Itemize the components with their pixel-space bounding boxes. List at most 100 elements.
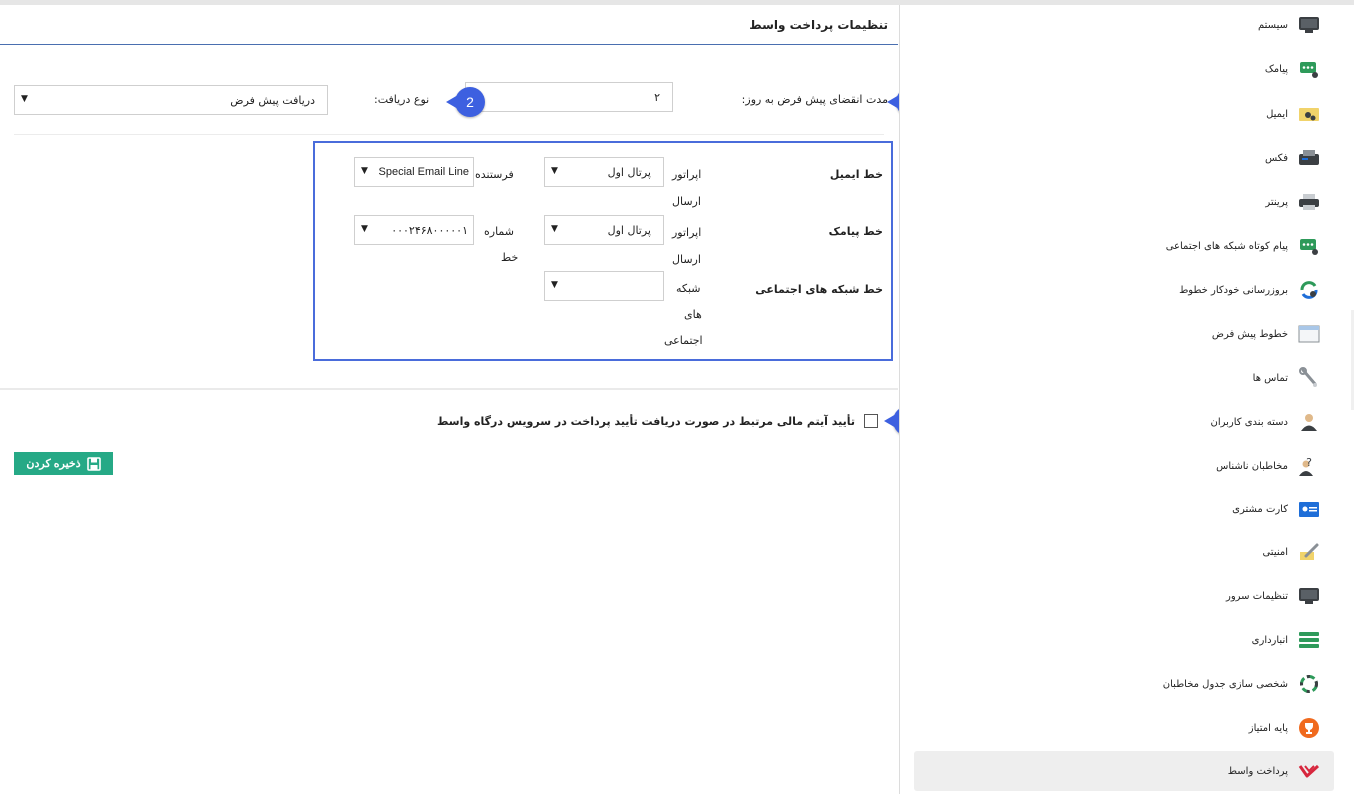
- receive-type-value: دریافت پیش فرض: [230, 94, 315, 107]
- sidebar-item-label: شخصی سازی جدول مخاطبان: [1162, 678, 1288, 690]
- annotation-badge-2: 2: [446, 87, 485, 117]
- sidebar-item-label: پایه امتیاز: [1248, 722, 1288, 734]
- monitor-icon: [1298, 14, 1320, 36]
- sidebar-item-label: تنظیمات سرور: [1226, 590, 1288, 602]
- sms-operator-value: پرتال اول: [607, 224, 651, 237]
- email-operator-label: اپراتور: [672, 168, 702, 181]
- sms-line-label: خط پیامک: [828, 225, 883, 238]
- receive-type-label: نوع دریافت:: [374, 93, 430, 106]
- sidebar-item-default-lines[interactable]: خطوط پیش فرض: [914, 314, 1334, 354]
- chevron-down-icon: ▼: [551, 280, 558, 290]
- payment-gateway-icon: [1298, 760, 1320, 782]
- sidebar-item-server-settings[interactable]: تنظیمات سرور: [914, 576, 1334, 616]
- sidebar-item-warehouse[interactable]: انبارداری: [914, 620, 1334, 660]
- social-network-label: شبکه: [676, 282, 701, 295]
- user-category-icon: [1298, 411, 1320, 433]
- warehouse-icon: [1298, 629, 1320, 651]
- email-operator-label-2: ارسال: [672, 195, 701, 208]
- social-line-label: خط شبکه های اجتماعی: [755, 283, 883, 296]
- sidebar-item-fax[interactable]: فکس: [914, 138, 1334, 178]
- default-lines-icon: [1298, 323, 1320, 345]
- section-divider: [0, 388, 898, 390]
- sidebar-item-label: امنیتی: [1262, 546, 1288, 558]
- settings-sidebar: سیستم پیامک ایمیل فکس پرینتر پیام کوتاه …: [899, 5, 1354, 794]
- sidebar-item-label: ایمیل: [1266, 108, 1288, 120]
- email-icon: [1298, 103, 1320, 125]
- sidebar-item-label: دسته بندی کاربران: [1210, 416, 1288, 428]
- sidebar-item-label: پیامک: [1264, 63, 1288, 75]
- sidebar-item-payment-gateway[interactable]: پرداخت واسط: [914, 751, 1334, 791]
- social-network-label-2: های: [684, 308, 702, 321]
- sidebar-item-system[interactable]: سیستم: [914, 5, 1334, 45]
- sms-number-label-2: خط: [501, 251, 519, 264]
- wrench-icon: [1298, 367, 1320, 389]
- email-line-label: خط ایمیل: [829, 168, 883, 181]
- sms-number-select[interactable]: ۰۰۰۲۴۶۸۰۰۰۰۰۱ ▼: [354, 215, 474, 245]
- trophy-icon: [1298, 717, 1320, 739]
- sidebar-item-label: پرینتر: [1265, 196, 1288, 208]
- unknown-contact-icon: ?: [1298, 455, 1320, 477]
- sms-operator-select[interactable]: پرتال اول ▼: [544, 215, 664, 245]
- expiry-label: مدت انقضای پیش فرض به روز:: [741, 93, 888, 106]
- email-sender-label: فرستنده: [475, 168, 514, 181]
- sidebar-item-label: سیستم: [1258, 19, 1288, 31]
- save-button[interactable]: ذخیره کردن: [14, 452, 113, 475]
- social-network-label-3: اجتماعی: [664, 334, 703, 347]
- sidebar-item-label: پیام کوتاه شبکه های اجتماعی: [1165, 240, 1288, 252]
- confirm-financial-item-label: تأیید آیتم مالی مرتبط در صورت دریافت تأی…: [437, 415, 855, 428]
- expiry-days-value: ۲: [654, 91, 660, 104]
- server-icon: [1298, 585, 1320, 607]
- chevron-down-icon: ▼: [551, 166, 558, 176]
- security-pen-icon: [1298, 541, 1320, 563]
- sidebar-item-label: انبارداری: [1251, 634, 1288, 646]
- floppy-disk-icon: [86, 456, 101, 471]
- sms-number-value: ۰۰۰۲۴۶۸۰۰۰۰۰۱: [391, 224, 468, 237]
- sidebar-item-label: خطوط پیش فرض: [1211, 328, 1288, 340]
- email-operator-value: پرتال اول: [607, 166, 651, 179]
- sidebar-item-sms[interactable]: پیامک: [914, 49, 1334, 89]
- page-title: تنظیمات پرداخت واسط: [749, 18, 888, 32]
- sms-number-label: شماره: [484, 225, 515, 238]
- save-button-label: ذخیره کردن: [26, 458, 81, 470]
- sidebar-item-label: پرداخت واسط: [1227, 765, 1288, 777]
- sms-icon: [1298, 58, 1320, 80]
- sidebar-item-user-category[interactable]: دسته بندی کاربران: [914, 402, 1334, 442]
- customize-table-icon: [1298, 673, 1320, 695]
- sms-operator-label-2: ارسال: [672, 253, 701, 266]
- customer-card-icon: [1298, 498, 1320, 520]
- social-network-select[interactable]: ▼: [544, 271, 664, 301]
- fax-icon: [1298, 147, 1320, 169]
- sidebar-item-label: بروزرسانی خودکار خطوط: [1179, 284, 1288, 296]
- expiry-days-input[interactable]: ۲: [465, 82, 673, 112]
- sidebar-item-customer-card[interactable]: کارت مشتری: [914, 489, 1334, 529]
- chevron-down-icon: ▼: [21, 94, 28, 104]
- sidebar-item-score-base[interactable]: پایه امتیاز: [914, 708, 1334, 748]
- sidebar-item-customize-contacts-table[interactable]: شخصی سازی جدول مخاطبان: [914, 664, 1334, 704]
- sidebar-item-label: مخاطبان ناشناس: [1216, 460, 1288, 472]
- sidebar-item-label: کارت مشتری: [1232, 503, 1288, 515]
- email-sender-select[interactable]: Special Email Line ▼: [354, 157, 474, 187]
- main-panel: تنظیمات پرداخت واسط مدت انقضای پیش فرض ب…: [0, 5, 939, 794]
- confirm-financial-item-checkbox[interactable]: [864, 414, 878, 428]
- receive-type-select[interactable]: دریافت پیش فرض ▼: [14, 85, 328, 115]
- email-operator-select[interactable]: پرتال اول ▼: [544, 157, 664, 187]
- sidebar-item-email[interactable]: ایمیل: [914, 94, 1334, 134]
- sidebar-item-label: تماس ها: [1252, 372, 1288, 384]
- sidebar-item-calls[interactable]: تماس ها: [914, 358, 1334, 398]
- email-sender-value: Special Email Line: [378, 166, 470, 178]
- sidebar-item-social-sms[interactable]: پیام کوتاه شبکه های اجتماعی: [914, 226, 1334, 266]
- sidebar-item-printer[interactable]: پرینتر: [914, 182, 1334, 222]
- sidebar-item-auto-update[interactable]: بروزرسانی خودکار خطوط: [914, 270, 1334, 310]
- chevron-down-icon: ▼: [361, 166, 368, 176]
- sidebar-item-security[interactable]: امنیتی: [914, 532, 1334, 572]
- auto-update-icon: [1298, 279, 1320, 301]
- chevron-down-icon: ▼: [361, 224, 368, 234]
- sidebar-item-unknown-contacts[interactable]: ? مخاطبان ناشناس: [914, 446, 1334, 486]
- social-sms-icon: [1298, 235, 1320, 257]
- svg-text:?: ?: [1306, 456, 1312, 469]
- printer-icon: [1298, 191, 1320, 213]
- sidebar-item-label: فکس: [1264, 152, 1288, 164]
- divider: [14, 134, 884, 135]
- panel-header: تنظیمات پرداخت واسط: [0, 5, 898, 45]
- sms-operator-label: اپراتور: [672, 226, 702, 239]
